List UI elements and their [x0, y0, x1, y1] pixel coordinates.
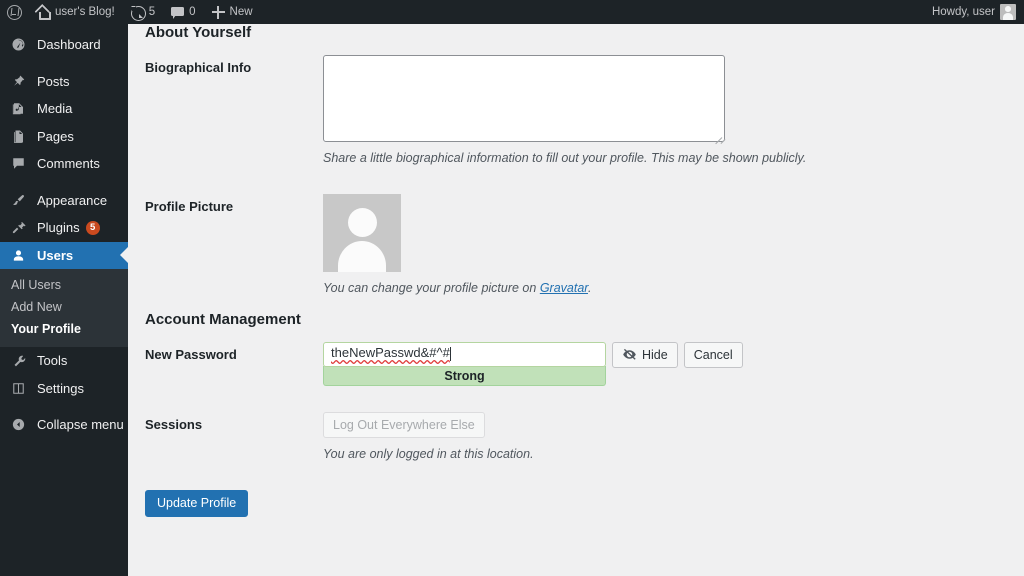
admin-bar-right: Howdy, user — [924, 0, 1024, 24]
hide-password-label: Hide — [642, 347, 668, 362]
profile-content: About Yourself Biographical Info Share a… — [128, 24, 1024, 576]
users-submenu: All Users Add New Your Profile — [0, 269, 128, 347]
sidebar-item-collapse-menu[interactable]: Collapse menu — [0, 411, 128, 439]
wordpress-logo-icon — [7, 4, 22, 20]
sidebar-item-label: Settings — [37, 380, 84, 396]
admin-bar: user's Blog! 5 0 New Howdy, user — [0, 0, 1024, 24]
sidebar-item-plugins[interactable]: Plugins 5 — [0, 214, 128, 242]
sidebar-item-tools[interactable]: Tools — [0, 347, 128, 375]
sidebar-item-label: Pages — [37, 128, 74, 144]
profile-picture-description-before: You can change your profile picture on — [323, 280, 540, 295]
profile-avatar-image — [323, 193, 401, 272]
new-content-button[interactable]: New — [204, 0, 261, 24]
cancel-password-label: Cancel — [693, 347, 733, 362]
about-yourself-form: Biographical Info Share a little biograp… — [145, 42, 1005, 311]
sidebar-subitem-all-users[interactable]: All Users — [0, 274, 128, 296]
new-content-label: New — [229, 6, 253, 18]
site-name-label: user's Blog! — [55, 6, 115, 18]
media-icon — [11, 101, 31, 116]
paintbrush-icon — [11, 193, 31, 208]
sidebar-item-dashboard[interactable]: Dashboard — [0, 31, 128, 59]
user-icon — [11, 248, 31, 263]
new-password-controls: theNewPasswd&#^# Strong Hide Cancel — [323, 341, 995, 386]
admin-bar-left: user's Blog! 5 0 New — [0, 0, 261, 24]
account-management-form: New Password theNewPasswd&#^# Strong Hid… — [145, 329, 1005, 477]
comment-bubble-icon — [11, 156, 31, 171]
new-password-label: New Password — [145, 346, 237, 362]
sessions-row: Sessions Log Out Everywhere Else You are… — [145, 399, 1005, 477]
new-password-cell: theNewPasswd&#^# Strong Hide Cancel — [323, 329, 1005, 399]
sidebar-subitem-your-profile[interactable]: Your Profile — [0, 318, 128, 340]
profile-picture-description-after: . — [587, 280, 592, 295]
sidebar-item-label: Dashboard — [37, 37, 101, 53]
sessions-description: You are only logged in at this location. — [323, 446, 534, 461]
profile-picture-cell: You can change your profile picture on G… — [323, 181, 1005, 311]
gravatar-link[interactable]: Gravatar — [540, 281, 588, 295]
plus-icon — [211, 5, 225, 19]
comments-button[interactable]: 0 — [163, 0, 203, 24]
dashboard-icon — [11, 37, 31, 52]
wrench-icon — [11, 353, 31, 368]
sidebar-item-label: Users — [37, 247, 74, 263]
sidebar-subitem-add-new[interactable]: Add New — [0, 296, 128, 318]
wordpress-logo-button[interactable] — [0, 0, 28, 24]
sidebar-item-label: Tools — [37, 353, 68, 369]
howdy-label: Howdy, user — [931, 6, 995, 18]
profile-picture-row: Profile Picture You can change your prof… — [145, 181, 1005, 311]
settings-sliders-icon — [11, 381, 31, 396]
comments-count: 0 — [189, 6, 196, 18]
sidebar-item-label: Plugins — [37, 220, 80, 236]
biographical-info-cell: Share a little biographical information … — [323, 42, 1005, 181]
plugins-update-badge: 5 — [85, 220, 100, 235]
new-password-value: theNewPasswd&#^# — [331, 345, 450, 361]
hide-password-button[interactable]: Hide — [612, 341, 678, 368]
update-icon — [130, 5, 146, 21]
update-profile-button[interactable]: Update Profile — [145, 490, 249, 518]
profile-picture-description: You can change your profile picture on G… — [323, 279, 995, 298]
sidebar-item-settings[interactable]: Settings — [0, 375, 128, 403]
password-strength-meter: Strong — [323, 365, 606, 386]
sidebar-item-users[interactable]: Users — [0, 241, 128, 269]
home-icon — [36, 6, 51, 20]
sidebar-item-label: Media — [37, 101, 73, 117]
biographical-info-wrap — [323, 55, 725, 145]
updates-button[interactable]: 5 — [123, 0, 163, 24]
sidebar-item-posts[interactable]: Posts — [0, 68, 128, 96]
submit-area: Update Profile — [145, 476, 1024, 518]
account-management-heading: Account Management — [145, 310, 301, 328]
plug-icon — [11, 220, 31, 235]
new-password-field-wrap: theNewPasswd&#^# Strong — [323, 341, 606, 386]
sidebar-item-comments[interactable]: Comments — [0, 150, 128, 178]
sessions-label: Sessions — [145, 416, 203, 432]
sessions-cell: Log Out Everywhere Else You are only log… — [323, 399, 1005, 477]
pin-icon — [11, 74, 31, 89]
new-password-input[interactable]: theNewPasswd&#^# — [323, 341, 606, 367]
sidebar-item-pages[interactable]: Pages — [0, 123, 128, 151]
avatar-icon — [1000, 4, 1016, 20]
sidebar-item-media[interactable]: Media — [0, 95, 128, 123]
sidebar-item-label: Comments — [37, 156, 100, 172]
profile-picture-label: Profile Picture — [145, 198, 234, 214]
biographical-info-description: Share a little biographical information … — [323, 151, 807, 165]
admin-sidebar-menu: Dashboard Posts Media Pages Comments App… — [0, 24, 128, 576]
pages-icon — [11, 129, 31, 144]
eye-slash-icon — [622, 348, 637, 361]
site-name-button[interactable]: user's Blog! — [28, 0, 123, 24]
updates-count: 5 — [148, 6, 156, 18]
my-account-button[interactable]: Howdy, user — [924, 0, 1024, 24]
log-out-everywhere-else-label: Log Out Everywhere Else — [333, 417, 475, 432]
log-out-everywhere-else-button[interactable]: Log Out Everywhere Else — [323, 411, 485, 438]
biographical-info-label: Biographical Info — [145, 60, 252, 75]
biographical-info-textarea[interactable] — [323, 55, 725, 142]
sidebar-item-label: Collapse menu — [37, 417, 124, 433]
sidebar-item-label: Posts — [37, 73, 70, 89]
collapse-arrow-icon — [11, 417, 31, 432]
comment-bubble-icon — [171, 6, 185, 19]
about-yourself-heading: About Yourself — [145, 24, 252, 41]
sidebar-item-appearance[interactable]: Appearance — [0, 187, 128, 215]
biographical-info-row: Biographical Info Share a little biograp… — [145, 42, 1005, 181]
new-password-row: New Password theNewPasswd&#^# Strong Hid… — [145, 329, 1005, 399]
cancel-password-button[interactable]: Cancel — [683, 341, 743, 368]
sidebar-item-label: Appearance — [37, 192, 108, 208]
